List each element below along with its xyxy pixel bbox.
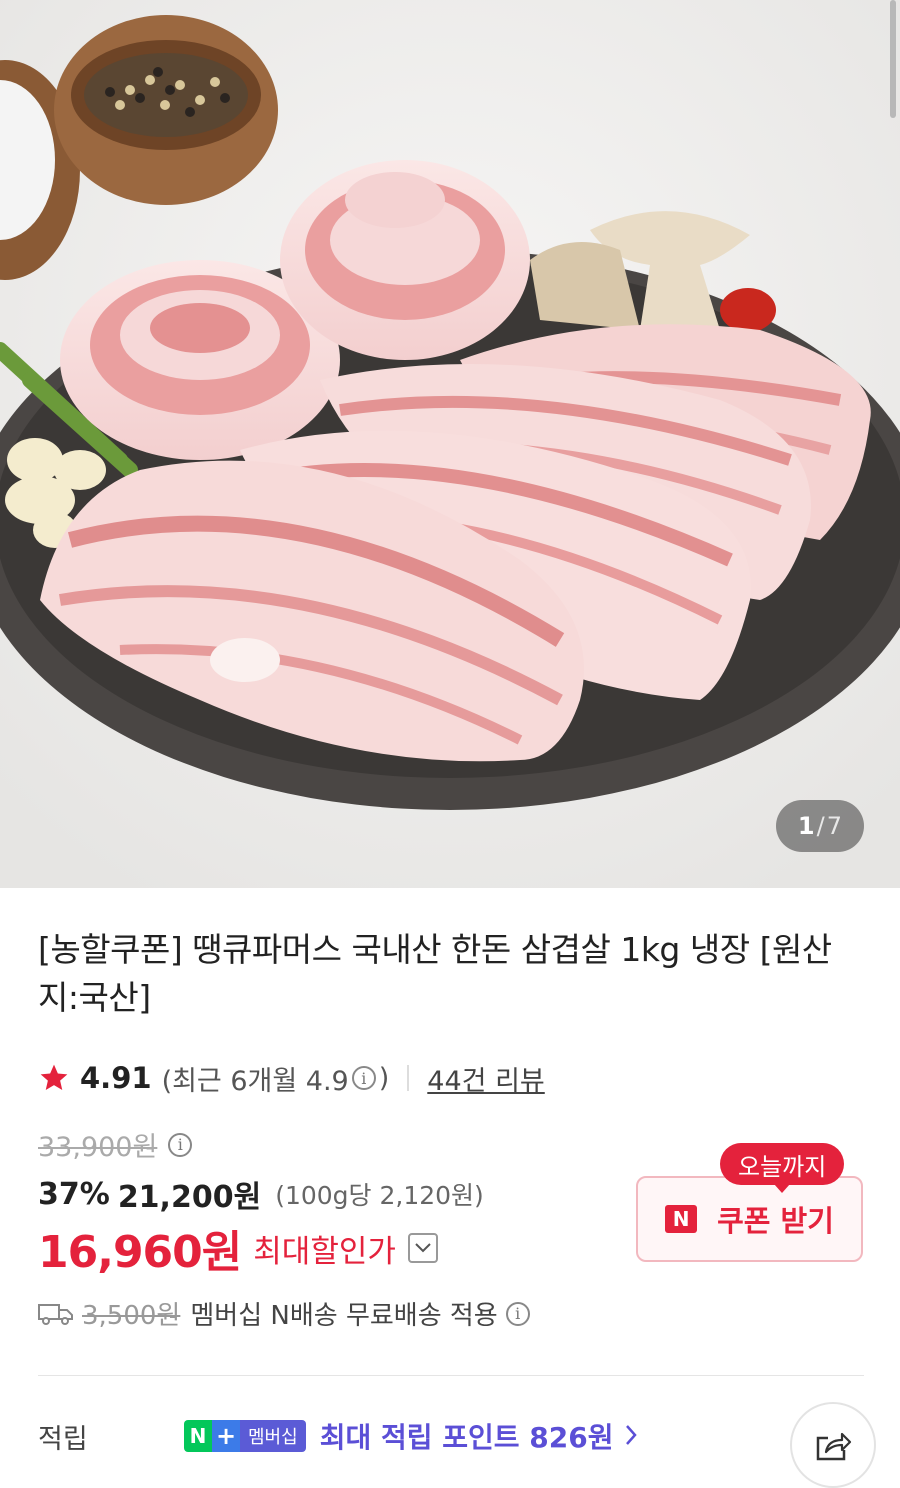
coupon-button-label: 쿠폰 받기 [717, 1204, 834, 1238]
points-label: 적립 [38, 1423, 88, 1455]
star-icon [40, 1064, 68, 1090]
product-photo [0, 0, 900, 888]
recent-rating-close: ) [378, 1062, 390, 1094]
naver-n-badge: N [184, 1420, 212, 1452]
share-icon [816, 1432, 852, 1461]
section-divider [38, 1375, 864, 1376]
chevron-down-icon[interactable] [407, 1233, 438, 1263]
recent-rating-text: (최근 6개월 4.9 [161, 1065, 349, 1097]
sale-price: 21,200원 [117, 1180, 262, 1215]
max-discount-price: 16,960원 [38, 1227, 242, 1278]
original-shipping-fee: 3,500원 [82, 1301, 181, 1331]
naver-n-icon: N [665, 1205, 698, 1233]
truck-icon [38, 1303, 73, 1325]
max-points-text: 최대 적립 포인트 826원 [319, 1421, 614, 1454]
shipping-info-icon[interactable]: i [505, 1301, 530, 1326]
original-price: 33,900원 [38, 1132, 158, 1163]
image-counter-current: 1 [797, 812, 815, 840]
plus-badge: + [212, 1420, 240, 1452]
image-counter-separator: / [816, 812, 825, 840]
naver-plus-membership-badge: N + 멤버십 [184, 1420, 306, 1452]
coupon-button[interactable]: N 쿠폰 받기 [636, 1176, 863, 1262]
original-price-row: 33,900원 i [38, 1125, 195, 1164]
shipping-row: 3,500원 멤버십 N배송 무료배송 적용 i [38, 1295, 533, 1332]
divider [407, 1065, 410, 1091]
product-title: [농할쿠폰] 땡큐파머스 국내산 한돈 삼겹살 1kg 냉장 [원산지:국산] [38, 930, 832, 1017]
info-icon[interactable]: i [351, 1066, 376, 1090]
rating-score: 4.91 [80, 1061, 152, 1095]
reviews-link[interactable]: 44건 리뷰 [427, 1059, 544, 1098]
rating-row: 4.91 (최근 6개월 4.9 i ) 44건 리뷰 [38, 1058, 545, 1098]
price-info-icon[interactable]: i [168, 1132, 193, 1157]
today-only-badge: 오늘까지 [720, 1143, 845, 1193]
chevron-right-icon [625, 1420, 638, 1453]
membership-badge: 멤버십 [240, 1420, 306, 1452]
shipping-text: 멤버십 N배송 무료배송 적용 [190, 1301, 498, 1331]
image-counter-total: 7 [826, 812, 842, 840]
discount-rate: 37% [38, 1176, 110, 1212]
unit-price: (100g당 2,120원) [275, 1181, 484, 1210]
max-discount-row: 16,960원 최대할인가 [38, 1216, 438, 1280]
points-row[interactable]: 적립 N + 멤버십 최대 적립 포인트 826원 [38, 1415, 638, 1457]
image-counter: 1 / 7 [775, 800, 864, 852]
product-image-gallery[interactable]: 1 / 7 [0, 0, 900, 888]
max-discount-label: 최대할인가 [253, 1233, 396, 1270]
sale-price-row: 37% 21,200원 (100g당 2,120원) [38, 1172, 484, 1216]
page-scrollbar[interactable] [890, 0, 896, 118]
recent-rating: (최근 6개월 4.9 i ) [162, 1059, 390, 1098]
share-button[interactable] [790, 1402, 876, 1488]
